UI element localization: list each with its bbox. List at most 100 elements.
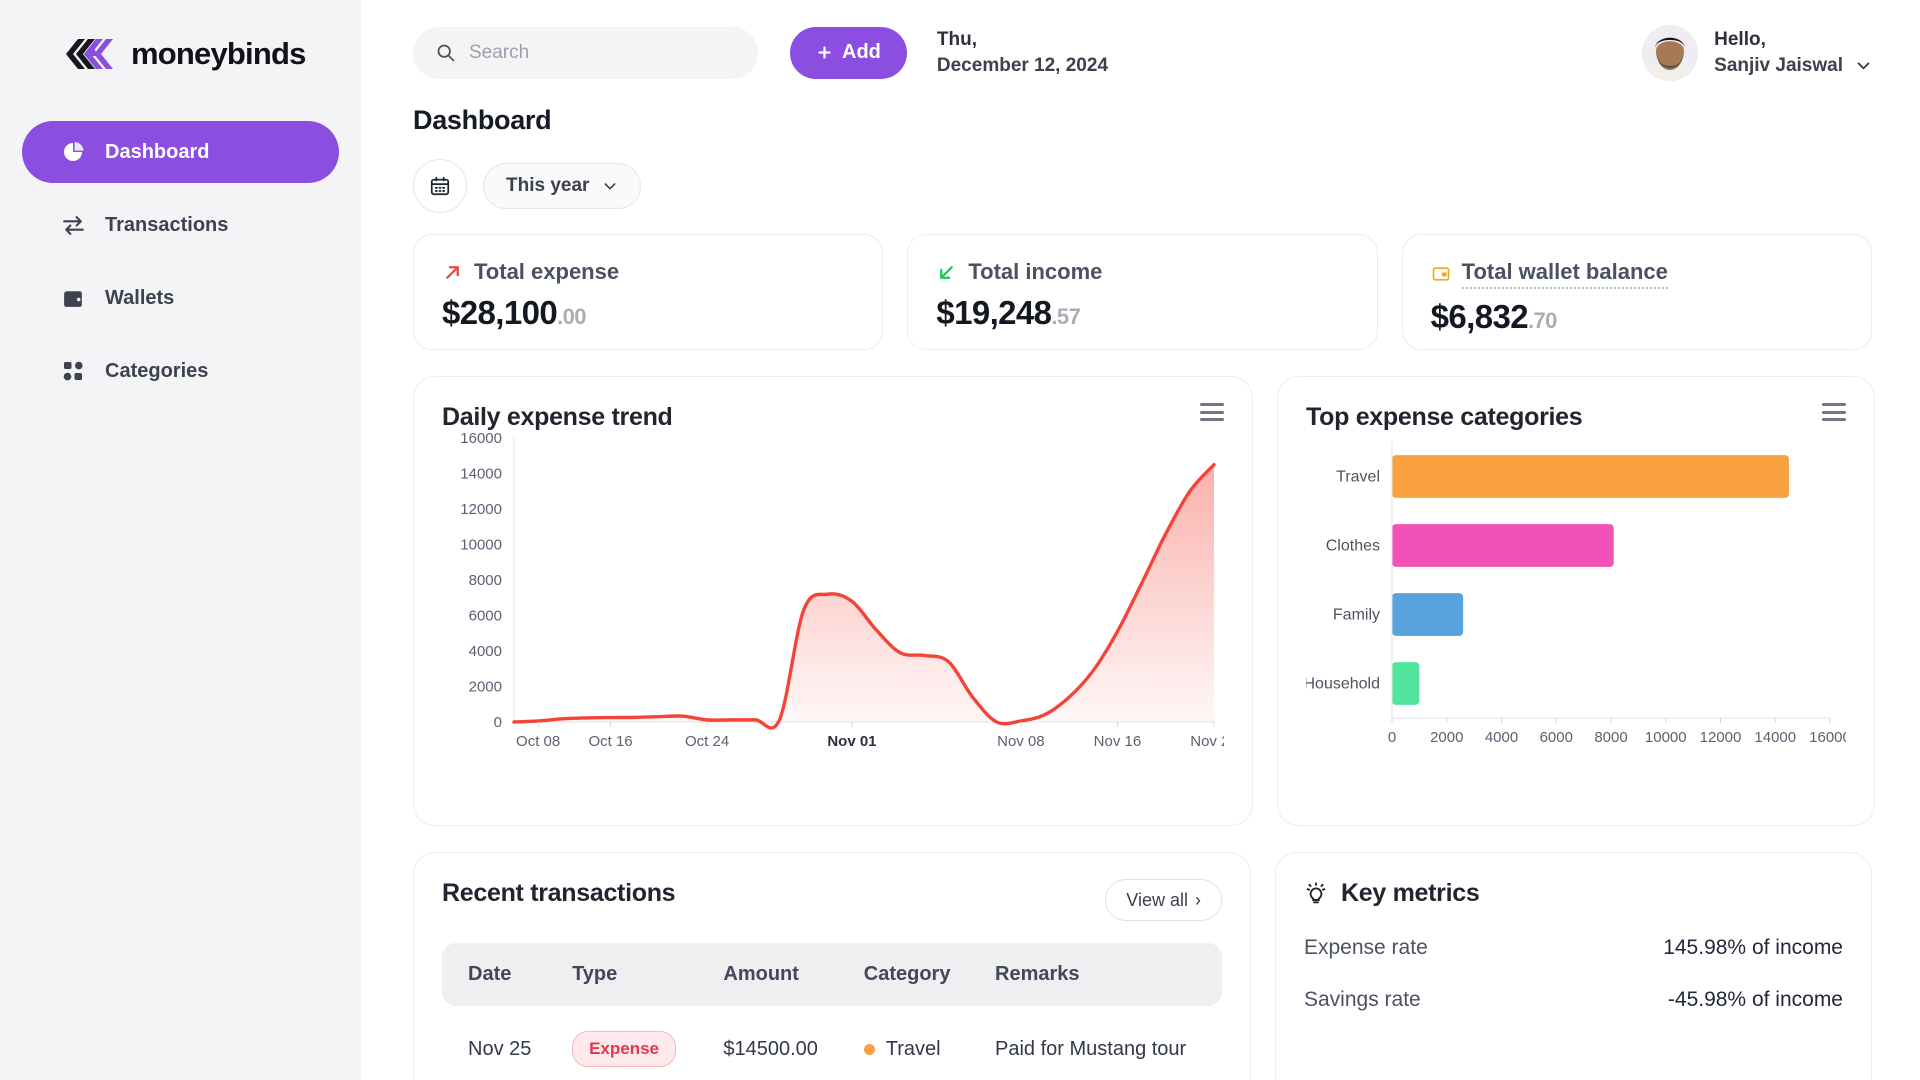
chart-menu-icon[interactable]: [1200, 403, 1224, 421]
stat-value-cents: .00: [557, 304, 586, 329]
svg-text:10000: 10000: [1645, 729, 1687, 746]
user-name-row: Sanjiv Jaiswal: [1714, 53, 1872, 79]
page-body: Dashboard This year Total expense $28,10…: [361, 105, 1920, 1080]
column-header-amount: Amount: [697, 943, 838, 1006]
stat-value-whole: $19,248: [936, 294, 1052, 331]
svg-text:8000: 8000: [1594, 729, 1627, 746]
grid-squares-icon: [60, 358, 86, 384]
arrow-down-left-icon: [936, 262, 957, 283]
avatar: [1642, 24, 1699, 81]
sidebar-item-label: Dashboard: [105, 140, 210, 163]
stat-label: Total expense: [474, 259, 620, 284]
svg-text:Oct 16: Oct 16: [588, 733, 632, 750]
svg-text:Oct 24: Oct 24: [685, 733, 729, 750]
svg-text:0: 0: [494, 714, 502, 731]
svg-text:Household: Household: [1306, 676, 1380, 693]
svg-text:Clothes: Clothes: [1326, 538, 1380, 555]
bottom-row: Recent transactions View all › Date Type…: [413, 852, 1872, 1080]
date-range-select[interactable]: This year: [483, 163, 642, 209]
column-header-category: Category: [837, 943, 969, 1006]
filter-bar: This year: [413, 159, 1872, 213]
table-header-row: Date Type Amount Category Remarks: [442, 943, 1222, 1006]
stat-card-total-wallet-balance: Total wallet balance $6,832.70: [1401, 234, 1872, 350]
stat-value: $6,832.70: [1431, 298, 1843, 336]
metric-label: Savings rate: [1304, 988, 1421, 1011]
wallet-icon: [60, 285, 86, 311]
column-header-remarks: Remarks: [969, 943, 1222, 1006]
date-range-label: This year: [506, 175, 590, 196]
sidebar-item-categories[interactable]: Categories: [22, 340, 339, 402]
sidebar-item-label: Transactions: [105, 213, 229, 236]
key-metrics-card: Key metrics Expense rate 145.98% of inco…: [1275, 852, 1872, 1080]
metric-row-savings-rate: Savings rate -45.98% of income: [1304, 988, 1843, 1012]
svg-text:6000: 6000: [1540, 729, 1573, 746]
chart-menu-icon[interactable]: [1822, 403, 1846, 421]
svg-text:12000: 12000: [460, 501, 502, 518]
search-icon: [435, 42, 456, 63]
chevron-right-icon: ›: [1195, 889, 1201, 910]
stat-value-cents: .57: [1051, 304, 1081, 329]
chevron-down-icon[interactable]: [1855, 57, 1872, 74]
card-head: Key metrics: [1304, 879, 1843, 908]
transfer-arrows-icon: [60, 212, 86, 238]
cell-category-label: Travel: [885, 1037, 941, 1060]
stat-card-total-expense: Total expense $28,100.00: [413, 234, 884, 350]
bar-chart: Travel Clothes Family Household 0 2000 4000 600…: [1306, 432, 1846, 784]
user-menu[interactable]: Hello, Sanjiv Jaiswal: [1642, 24, 1872, 81]
stat-head: Total wallet balance: [1431, 259, 1843, 289]
sidebar: moneybinds Dashboard Transactions Wallet…: [0, 0, 361, 1080]
column-header-date: Date: [442, 943, 547, 1006]
sidebar-item-transactions[interactable]: Transactions: [22, 194, 339, 256]
transactions-table-body: Nov 25 Expense $14500.00 Travel Paid for…: [442, 1006, 1222, 1067]
user-text: Hello, Sanjiv Jaiswal: [1714, 27, 1872, 79]
status-badge: Expense: [572, 1031, 677, 1067]
add-button-label: Add: [842, 41, 881, 63]
wallet-small-icon: [1431, 264, 1451, 284]
chart-panels: Daily expense trend 0 2000 4000 6000 8000 100…: [413, 376, 1875, 826]
sidebar-item-dashboard[interactable]: Dashboard: [22, 121, 339, 183]
svg-text:12000: 12000: [1700, 729, 1742, 746]
svg-text:14000: 14000: [1754, 729, 1796, 746]
brand-logo[interactable]: moneybinds: [22, 0, 339, 108]
pie-chart-icon: [60, 139, 86, 165]
svg-text:14000: 14000: [460, 466, 502, 483]
column-header-type: Type: [546, 943, 698, 1006]
svg-text:10000: 10000: [460, 537, 502, 554]
card-head: Daily expense trend: [442, 403, 1224, 432]
svg-text:4000: 4000: [1485, 729, 1518, 746]
sidebar-item-label: Wallets: [105, 286, 175, 309]
search-input[interactable]: [469, 41, 736, 64]
cell-type: Expense: [546, 1006, 697, 1067]
view-all-button[interactable]: View all ›: [1105, 879, 1222, 921]
stat-cards: Total expense $28,100.00 Total income $1…: [413, 234, 1872, 350]
metric-value: 145.98% of income: [1663, 936, 1843, 959]
stat-head: Total income: [936, 259, 1348, 285]
transactions-table: Date Type Amount Category Remarks Nov 25: [442, 943, 1222, 1067]
svg-text:4000: 4000: [469, 643, 502, 660]
date-full: December 12, 2024: [936, 54, 1109, 76]
search-box[interactable]: [413, 26, 758, 79]
add-button[interactable]: Add: [790, 26, 907, 79]
stat-card-total-income: Total income $19,248.57: [907, 234, 1378, 350]
page-title: Dashboard: [413, 105, 552, 135]
lightbulb-icon: [1304, 881, 1328, 906]
metric-row-expense-rate: Expense rate 145.98% of income: [1304, 936, 1843, 960]
stat-value-cents: .70: [1528, 308, 1557, 333]
calendar-button[interactable]: [413, 159, 467, 213]
sidebar-item-wallets[interactable]: Wallets: [22, 267, 339, 329]
table-row[interactable]: Nov 25 Expense $14500.00 Travel Paid for…: [442, 1006, 1222, 1067]
svg-text:16000: 16000: [1809, 729, 1846, 746]
user-name-label: Sanjiv Jaiswal: [1714, 54, 1843, 76]
line-chart: 0 2000 4000 6000 8000 10000 12000 14000 16000 Oct…: [442, 432, 1224, 784]
top-expense-categories-card: Top expense categories Travel Clothes Fami…: [1277, 376, 1875, 826]
stat-head: Total expense: [442, 259, 854, 285]
svg-text:Travel: Travel: [1336, 469, 1380, 486]
card-title: Daily expense trend: [442, 403, 673, 431]
svg-text:2000: 2000: [469, 679, 502, 696]
card-title: Top expense categories: [1306, 403, 1583, 431]
chevron-down-icon: [602, 178, 618, 194]
svg-text:0: 0: [1388, 729, 1396, 746]
svg-text:6000: 6000: [469, 608, 502, 625]
stat-label: Total income: [968, 259, 1103, 284]
svg-text:Family: Family: [1333, 607, 1380, 624]
